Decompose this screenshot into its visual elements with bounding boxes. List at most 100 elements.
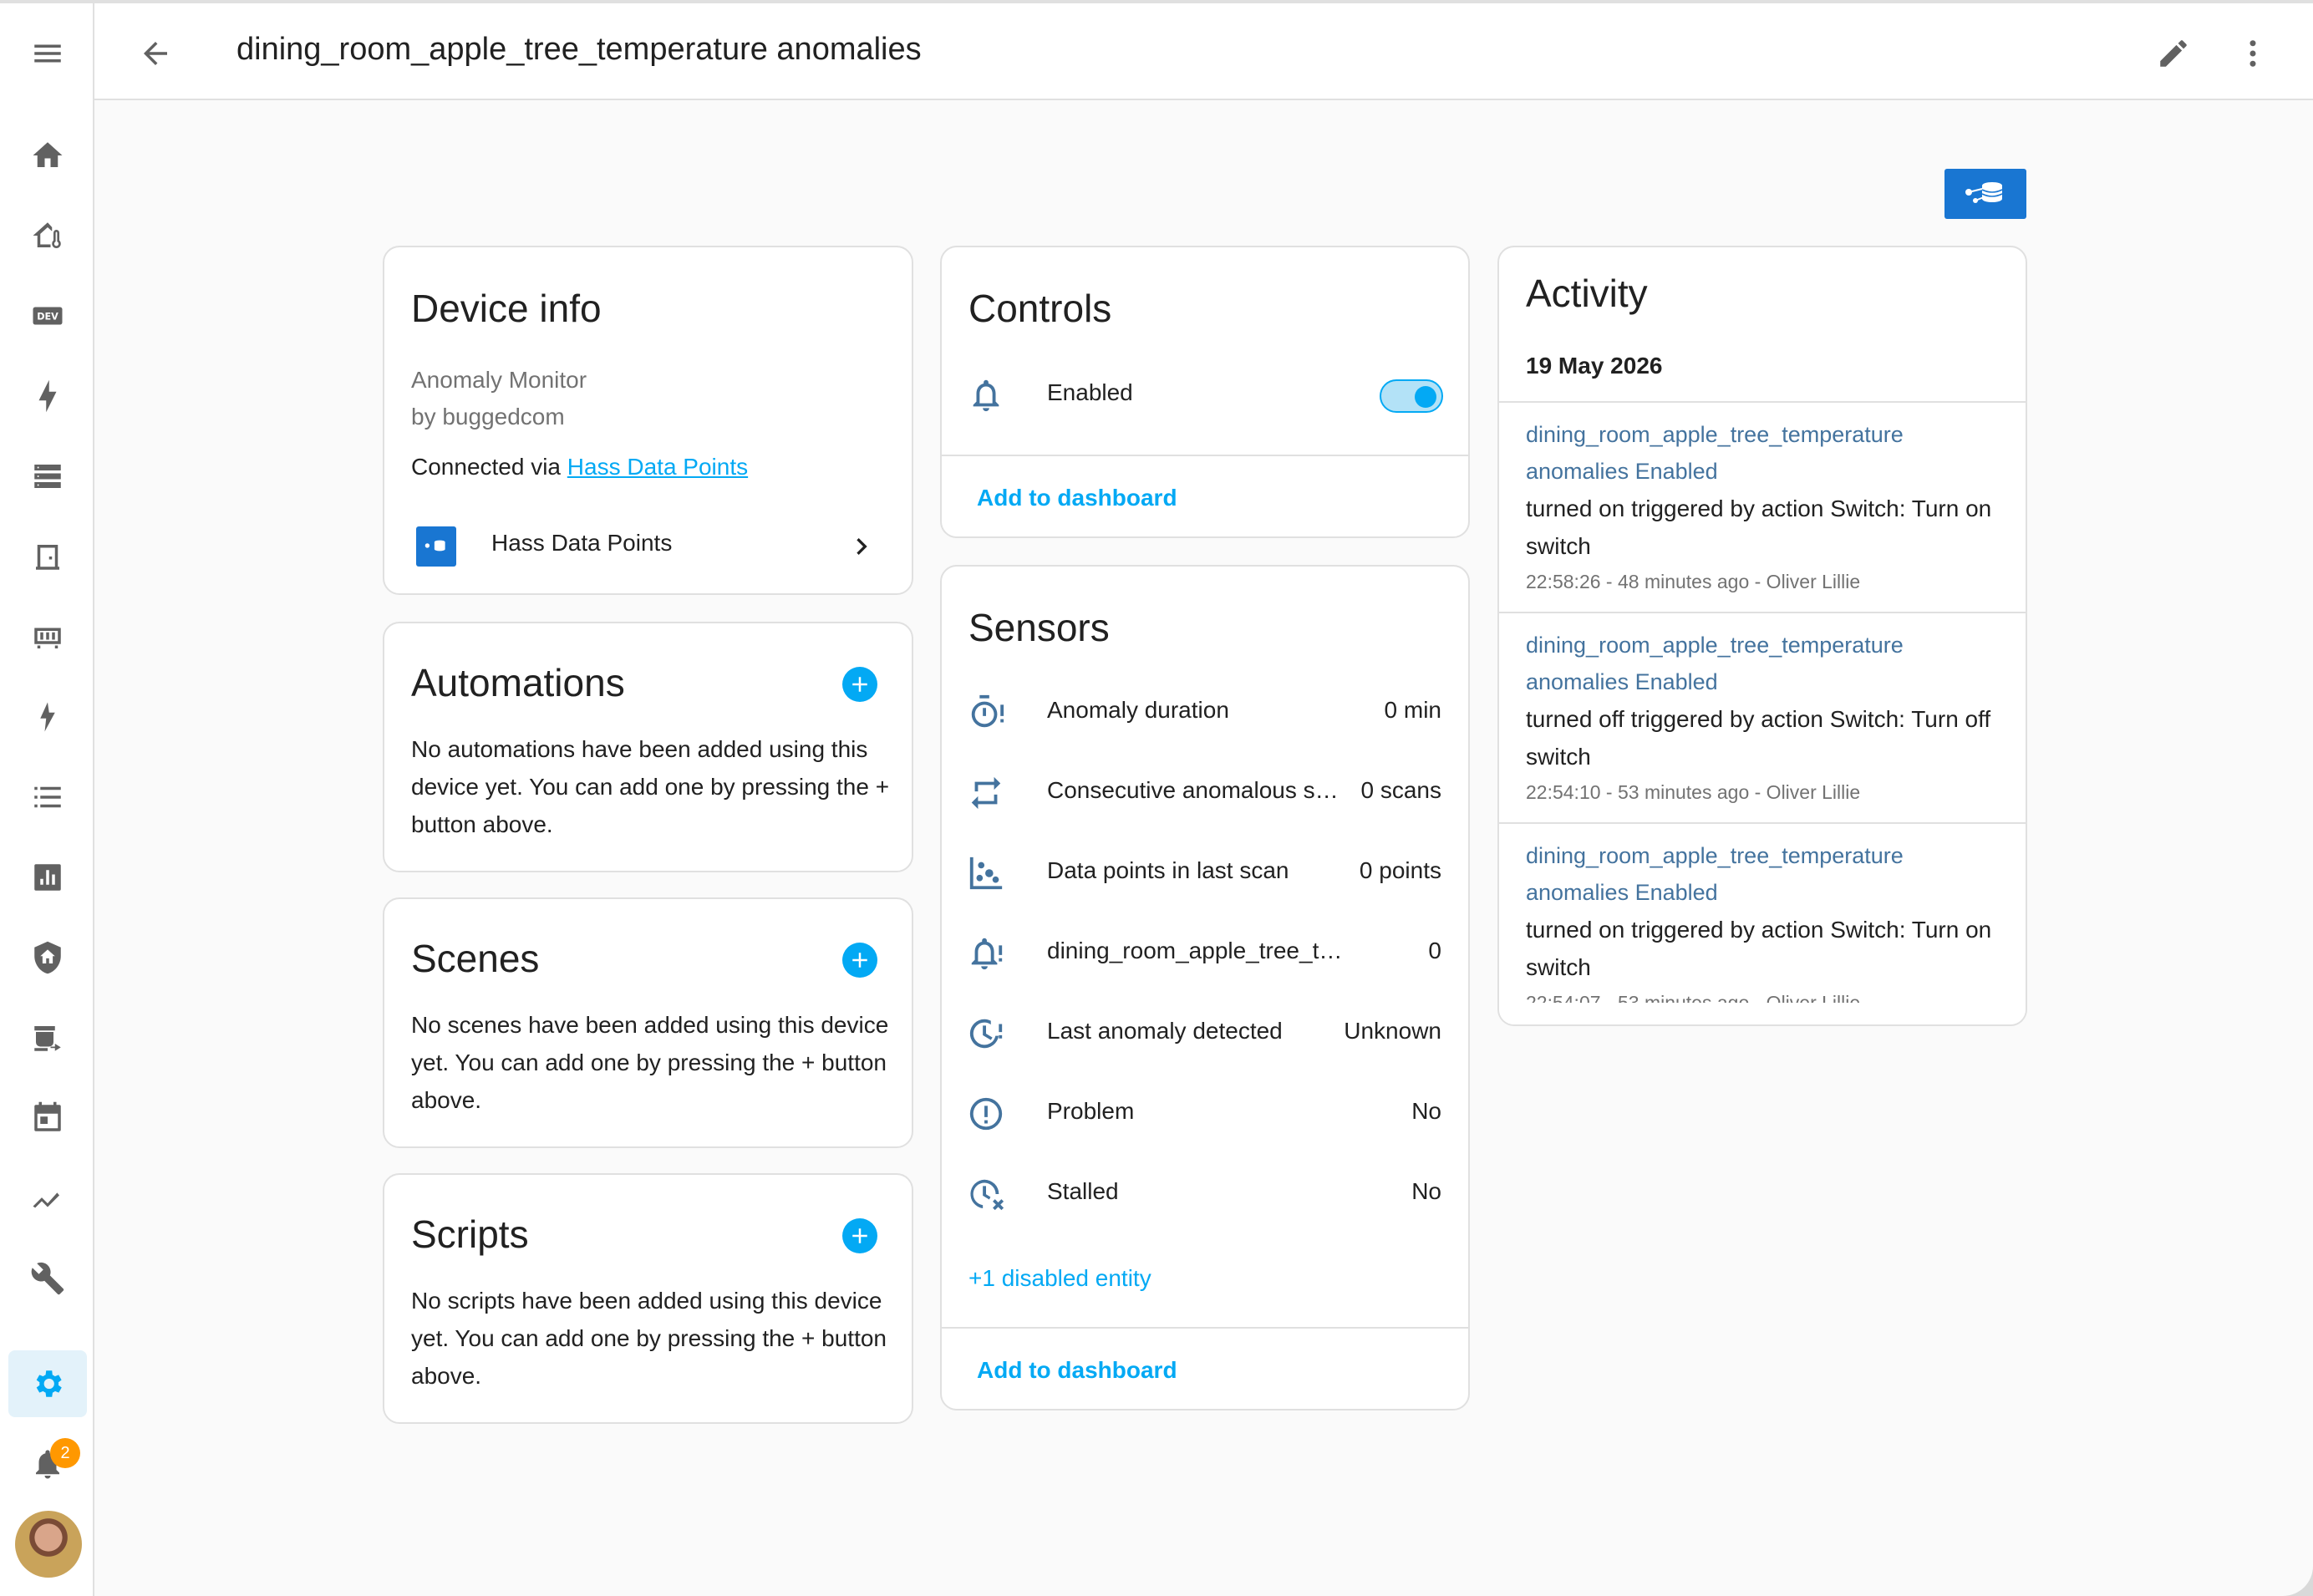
- svg-text:DEV: DEV: [37, 312, 58, 323]
- sidebar-item-server[interactable]: [8, 443, 87, 510]
- plus-icon: [852, 677, 867, 692]
- more-vert-icon[interactable]: [2229, 30, 2276, 77]
- sidebar-item-dev[interactable]: DEV: [8, 282, 87, 349]
- sidebar-item-calendar[interactable]: [8, 1085, 87, 1151]
- sensor-value: 0 min: [1384, 697, 1441, 723]
- enabled-row[interactable]: Enabled: [942, 358, 1468, 433]
- clock-remove-icon: [967, 1175, 1005, 1213]
- sidebar-item-climate[interactable]: [8, 202, 87, 269]
- sidebar-item-statistics[interactable]: [8, 1165, 87, 1232]
- router-icon: [34, 628, 61, 648]
- device-info-card: Device info Anomaly Monitor by buggedcom…: [383, 246, 913, 595]
- activity-entity-link[interactable]: dining_room_apple_tree_temperature anoma…: [1526, 627, 2011, 700]
- controls-title: Controls: [968, 287, 1112, 330]
- sidebar-item-todo[interactable]: [8, 764, 87, 831]
- integration-icon: [416, 526, 456, 567]
- sensor-name: dining_room_apple_tree_tempera…: [1047, 938, 1348, 963]
- sensor-name: Consecutive anomalous s…: [1047, 777, 1339, 803]
- activity-entry: dining_room_apple_tree_temperature anoma…: [1526, 627, 2011, 809]
- sidebar-item-door[interactable]: [8, 523, 87, 590]
- automations-card: Automations No automations have been add…: [383, 622, 913, 872]
- activity-meta[interactable]: 22:58:26 - 48 minutes ago - Oliver Lilli…: [1526, 565, 2011, 598]
- controls-card: Controls Enabled Add to dashboard: [940, 246, 1470, 538]
- sensor-value: 0 scans: [1360, 777, 1442, 803]
- sidebar-item-power[interactable]: [8, 684, 87, 750]
- activity-meta[interactable]: 22:54:10 - 53 minutes ago - Oliver Lilli…: [1526, 775, 2011, 809]
- home-icon: [33, 142, 63, 167]
- clock-alert-icon: [967, 1014, 1005, 1053]
- scripts-title: Scripts: [411, 1212, 529, 1256]
- dev-icon: DEV: [33, 307, 63, 325]
- scatter-plot-icon: [967, 854, 1005, 892]
- back-arrow-icon[interactable]: [132, 30, 179, 77]
- energy-icon: [40, 702, 55, 732]
- sidebar-item-energy[interactable]: [8, 363, 87, 429]
- scenes-title: Scenes: [411, 937, 540, 980]
- disabled-entities-link[interactable]: +1 disabled entity: [968, 1265, 1151, 1292]
- sensor-row-last-anomaly[interactable]: Last anomaly detected Unknown: [942, 996, 1468, 1071]
- sensor-name: Problem: [1047, 1098, 1135, 1124]
- integration-row[interactable]: Hass Data Points: [384, 508, 912, 583]
- sidebar-item-settings[interactable]: [8, 1350, 87, 1417]
- chevron-right-icon: [845, 530, 878, 563]
- settings-icon: [36, 1370, 62, 1397]
- sensor-value: 0 points: [1359, 857, 1441, 883]
- sensor-name: Last anomaly detected: [1047, 1018, 1283, 1044]
- trending-icon: [33, 1192, 59, 1208]
- activity-message: turned off triggered by action Switch: T…: [1526, 706, 1991, 770]
- add-script-button[interactable]: [842, 1218, 877, 1253]
- pencil-icon[interactable]: [2150, 30, 2197, 77]
- add-scene-button[interactable]: [842, 943, 877, 978]
- activity-entry: dining_room_apple_tree_temperature anoma…: [1526, 837, 2011, 1019]
- calendar-icon: [34, 1101, 61, 1131]
- sensors-add-to-dashboard-button[interactable]: Add to dashboard: [977, 1357, 1177, 1384]
- connected-via-link[interactable]: Hass Data Points: [567, 454, 748, 480]
- enabled-label: Enabled: [1047, 379, 1133, 405]
- connected-via-line: Connected via Hass Data Points: [411, 448, 748, 485]
- lightning-icon: [38, 379, 57, 413]
- activity-entry: dining_room_apple_tree_temperature anoma…: [1526, 416, 2011, 598]
- page-title: dining_room_apple_tree_temperature anoma…: [236, 32, 922, 67]
- device-manufacturer: by buggedcom: [411, 404, 565, 429]
- device-model: Anomaly Monitor: [411, 367, 587, 393]
- scripts-empty-text: No scripts have been added using this de…: [411, 1288, 887, 1389]
- sidebar: DEV 2: [0, 3, 94, 1596]
- sidebar-item-developer-tools[interactable]: [8, 1245, 87, 1312]
- scripts-card: Scripts No scripts have been added using…: [383, 1173, 913, 1424]
- plus-icon: [852, 953, 867, 968]
- sensors-title: Sensors: [968, 606, 1110, 649]
- sensor-row-stalled[interactable]: Stalled No: [942, 1156, 1468, 1232]
- sidebar-item-security[interactable]: [8, 924, 87, 991]
- enabled-toggle[interactable]: [1380, 379, 1443, 413]
- activity-entity-link[interactable]: dining_room_apple_tree_temperature anoma…: [1526, 837, 2011, 911]
- sidebar-item-overview[interactable]: [8, 122, 87, 189]
- bell-icon: [967, 376, 1005, 414]
- menu-icon[interactable]: [8, 20, 87, 87]
- avatar[interactable]: [15, 1511, 82, 1578]
- sidebar-item-history[interactable]: [8, 844, 87, 911]
- notification-count-badge: 2: [50, 1438, 80, 1468]
- automations-title: Automations: [411, 661, 625, 704]
- controls-add-to-dashboard-button[interactable]: Add to dashboard: [977, 485, 1177, 511]
- wrench-icon: [31, 1262, 64, 1295]
- toggle-knob: [1415, 386, 1436, 408]
- sensor-row-data-points[interactable]: Data points in last scan 0 points: [942, 836, 1468, 911]
- divider: [1499, 401, 2026, 403]
- sensor-row-problem[interactable]: Problem No: [942, 1076, 1468, 1151]
- activity-entity-link[interactable]: dining_room_apple_tree_temperature anoma…: [1526, 416, 2011, 490]
- sidebar-item-coffee[interactable]: [8, 1004, 87, 1071]
- sensor-row-consecutive-anomalous-scans[interactable]: Consecutive anomalous s… 0 scans: [942, 755, 1468, 831]
- sensor-value: No: [1411, 1098, 1441, 1124]
- divider: [942, 1327, 1468, 1329]
- integration-name: Hass Data Points: [491, 530, 673, 556]
- integration-logo[interactable]: [1944, 169, 2026, 219]
- sensor-row-anomaly-count[interactable]: dining_room_apple_tree_tempera… 0: [942, 916, 1468, 991]
- activity-message: turned on triggered by action Switch: Tu…: [1526, 917, 1992, 980]
- timer-alert-icon: [967, 694, 1005, 732]
- activity-card: Activity 19 May 2026 dining_room_apple_t…: [1497, 246, 2027, 1026]
- add-automation-button[interactable]: [842, 667, 877, 702]
- activity-scroll-mask: [1499, 1003, 2026, 1024]
- sidebar-item-router[interactable]: [8, 603, 87, 670]
- sensor-value: 0: [1428, 938, 1441, 963]
- sensor-row-anomaly-duration[interactable]: Anomaly duration 0 min: [942, 675, 1468, 750]
